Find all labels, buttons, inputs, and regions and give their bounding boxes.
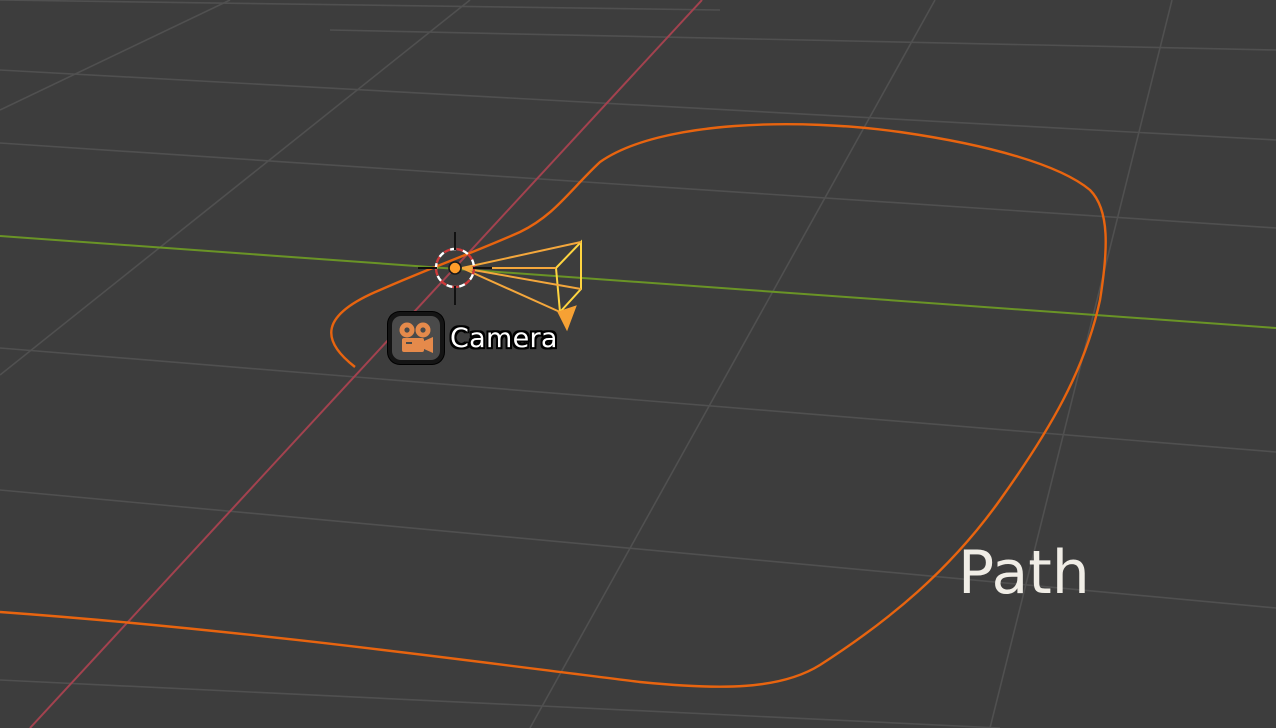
grid-line (0, 69, 1276, 141)
camera-label-icon-frame (388, 312, 444, 364)
camera-frustum-edge (461, 241, 582, 269)
camera-label-text: Camera (450, 322, 558, 354)
grid-line (529, 0, 936, 728)
path-label-text: Path (958, 538, 1090, 608)
y-axis-line (0, 235, 1276, 329)
camera-label: Camera (388, 312, 558, 364)
grid-line (0, 0, 721, 11)
movie-camera-icon (392, 316, 440, 360)
x-axis-line (29, 0, 703, 728)
3d-viewport[interactable]: Camera Path (0, 0, 1276, 728)
camera-frustum-edge (461, 267, 582, 290)
grid-line (329, 29, 1276, 51)
floor-grid (0, 0, 1276, 728)
grid-line (0, 679, 1001, 728)
path-curve[interactable] (0, 123, 1107, 688)
grid-line (0, 0, 231, 111)
grid-line (0, 347, 1276, 453)
3d-cursor-icon[interactable] (418, 232, 492, 305)
viewport-scene (0, 0, 1276, 728)
object-origin-dot (448, 261, 462, 275)
